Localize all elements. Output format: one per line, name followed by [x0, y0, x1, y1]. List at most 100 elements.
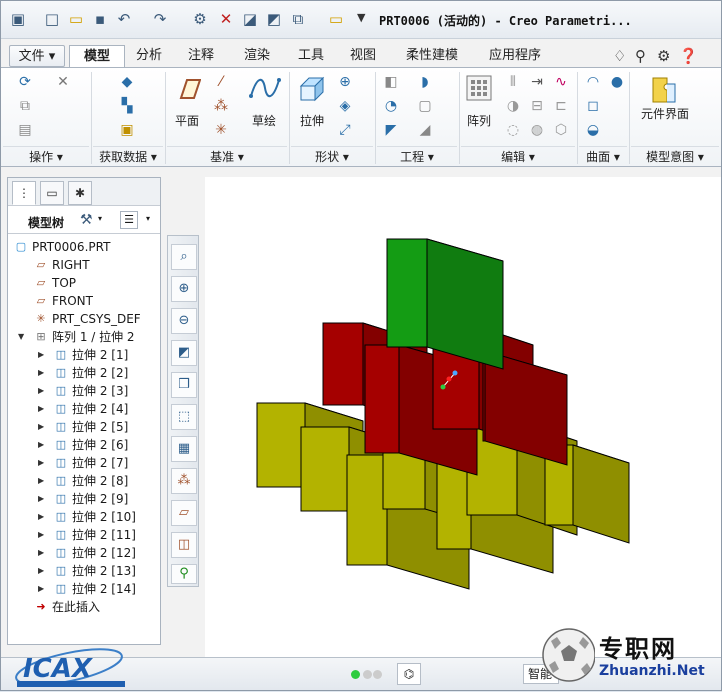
expand-arrow-icon[interactable]: ▶ — [38, 508, 48, 526]
settings-icon[interactable]: ⚙ — [657, 47, 670, 65]
expand-arrow-icon[interactable]: ▶ — [38, 382, 48, 400]
undo-icon[interactable]: ↶ — [115, 10, 133, 28]
expand-arrow-icon[interactable]: ▶ — [38, 454, 48, 472]
group-engineering-label[interactable]: 工程 ▾ — [377, 146, 457, 166]
expand-arrow-icon[interactable]: ▶ — [38, 364, 48, 382]
delete-icon[interactable]: ✕ — [53, 72, 73, 92]
regenerate-icon[interactable]: ⚙ — [191, 10, 209, 28]
component-interface-button[interactable] — [649, 74, 679, 106]
style-icon[interactable]: ● — [607, 72, 627, 92]
trim-icon[interactable]: ⊟ — [527, 96, 547, 116]
expand-arrow-icon[interactable]: ▶ — [38, 562, 48, 580]
tab-model-tree[interactable]: ⋮ — [12, 181, 36, 205]
tab-tools[interactable]: 工具 — [289, 45, 333, 67]
tab-analysis[interactable]: 分析 — [127, 45, 171, 67]
csys-icon[interactable]: ✳ — [211, 120, 231, 140]
group-datum-label[interactable]: 基准 ▾ — [167, 146, 287, 166]
tab-flexible-modeling[interactable]: 柔性建模 — [397, 45, 467, 67]
rib-icon[interactable]: ◢ — [415, 120, 435, 140]
solidify-icon[interactable]: ⬡ — [551, 120, 571, 140]
group-surfaces-label[interactable]: 曲面 ▾ — [579, 146, 627, 166]
axis-icon[interactable]: ⁄ — [211, 72, 231, 92]
shell-icon[interactable]: ▢ — [415, 96, 435, 116]
model-display-icon[interactable]: ◪ — [241, 10, 259, 28]
view-manager-button[interactable]: ▦ — [171, 436, 197, 462]
saved-orientations-button[interactable]: ⬚ — [171, 404, 197, 430]
boundary-blend-icon[interactable]: ◠ — [583, 72, 603, 92]
tab-render[interactable]: 渲染 — [235, 45, 279, 67]
pattern-button[interactable] — [465, 74, 493, 104]
paste-icon[interactable]: ▤ — [15, 120, 35, 140]
thicken-icon[interactable]: ◌ — [503, 120, 523, 140]
redo-icon[interactable]: ↷ — [151, 10, 169, 28]
save-icon[interactable]: ▪ — [91, 10, 109, 28]
quick-access-dropdown-icon[interactable]: ▼ — [357, 11, 365, 24]
copy-icon[interactable]: ⧉ — [15, 96, 35, 116]
zoom-out-button[interactable]: ⊖ — [171, 308, 197, 334]
tab-annotate[interactable]: 注释 — [179, 45, 223, 67]
expand-arrow-icon[interactable]: ▶ — [38, 490, 48, 508]
draft-icon[interactable]: ◤ — [381, 120, 401, 140]
tab-file[interactable]: 文件 ▾ — [9, 45, 65, 67]
freestyle-icon[interactable]: ◒ — [583, 120, 603, 140]
expand-arrow-icon[interactable]: ▶ — [38, 580, 48, 598]
offset-icon[interactable]: ⊏ — [551, 96, 571, 116]
graphics-window[interactable] — [205, 177, 721, 657]
refit-button[interactable]: ⌕ — [171, 244, 197, 270]
group-edit-label[interactable]: 编辑 ▾ — [461, 146, 575, 166]
tree-filters-dropdown-icon[interactable]: ▾ — [146, 214, 150, 223]
group-operations-label[interactable]: 操作 ▾ — [3, 146, 89, 166]
collapse-arrow-icon[interactable]: ▼ — [18, 328, 28, 346]
new-icon[interactable]: □ — [43, 10, 61, 28]
folder-icon[interactable]: ▭ — [327, 10, 345, 28]
zoom-in-button[interactable]: ⊕ — [171, 276, 197, 302]
round-icon[interactable]: ◗ — [415, 72, 435, 92]
user-defined-feature-icon[interactable]: ◆ — [117, 72, 137, 92]
find-button[interactable]: ⌬ — [397, 663, 421, 685]
tree-filters-icon[interactable]: ☰ — [120, 211, 138, 229]
tab-view[interactable]: 视图 — [341, 45, 385, 67]
point-icon[interactable]: ⁂ — [211, 96, 231, 116]
expand-arrow-icon[interactable]: ▶ — [38, 346, 48, 364]
spin-center-button[interactable]: ⚲ — [171, 564, 197, 584]
tab-favorites[interactable]: ✱ — [68, 181, 92, 205]
shrinkwrap-icon[interactable]: ▣ — [117, 120, 137, 140]
plane-display-button[interactable]: ▱ — [171, 500, 197, 526]
sketch-button[interactable] — [249, 74, 281, 104]
chamfer-icon[interactable]: ◔ — [381, 96, 401, 116]
regenerate-icon[interactable]: ⟳ — [15, 72, 35, 92]
intersect-icon[interactable]: ◍ — [527, 120, 547, 140]
search-icon[interactable]: ⚲ — [635, 47, 646, 65]
plane-button[interactable] — [173, 76, 202, 104]
hole-icon[interactable]: ◧ — [381, 72, 401, 92]
mirror-icon[interactable]: ⫴ — [503, 72, 523, 92]
open-icon[interactable]: ▭ — [67, 10, 85, 28]
annotation-display-button[interactable]: ◫ — [171, 532, 197, 558]
project-icon[interactable]: ∿ — [551, 72, 571, 92]
group-model-intent-label[interactable]: 模型意图 ▾ — [631, 146, 719, 166]
merge-icon[interactable]: ◑ — [503, 96, 523, 116]
display-style-button[interactable]: ❒ — [171, 372, 197, 398]
fill-icon[interactable]: ◻ — [583, 96, 603, 116]
expand-arrow-icon[interactable]: ▶ — [38, 436, 48, 454]
render-icon[interactable]: ◩ — [265, 10, 283, 28]
help-icon[interactable]: ❓ — [679, 47, 698, 65]
expand-arrow-icon[interactable]: ▶ — [38, 400, 48, 418]
tab-model[interactable]: 模型 — [69, 45, 125, 67]
tree-settings-dropdown-icon[interactable]: ▾ — [98, 214, 102, 223]
minimize-ribbon-icon[interactable]: ♢ — [613, 47, 626, 65]
expand-arrow-icon[interactable]: ▶ — [38, 418, 48, 436]
expand-arrow-icon[interactable]: ▶ — [38, 526, 48, 544]
swept-blend-icon[interactable]: ⤢ — [335, 120, 355, 140]
tab-applications[interactable]: 应用程序 — [479, 45, 551, 67]
group-shapes-label[interactable]: 形状 ▾ — [291, 146, 373, 166]
expand-arrow-icon[interactable]: ▶ — [38, 544, 48, 562]
windows-icon[interactable]: ⧉ — [289, 10, 307, 28]
sweep-icon[interactable]: ◈ — [335, 96, 355, 116]
model-viewport[interactable] — [205, 177, 721, 657]
extrude-button[interactable] — [297, 74, 327, 104]
datum-display-filters-button[interactable]: ⁂ — [171, 468, 197, 494]
group-get-data-label[interactable]: 获取数据 ▾ — [93, 146, 163, 166]
tree-settings-icon[interactable]: ⚒ — [80, 212, 93, 228]
close-icon[interactable]: ✕ — [217, 10, 235, 28]
